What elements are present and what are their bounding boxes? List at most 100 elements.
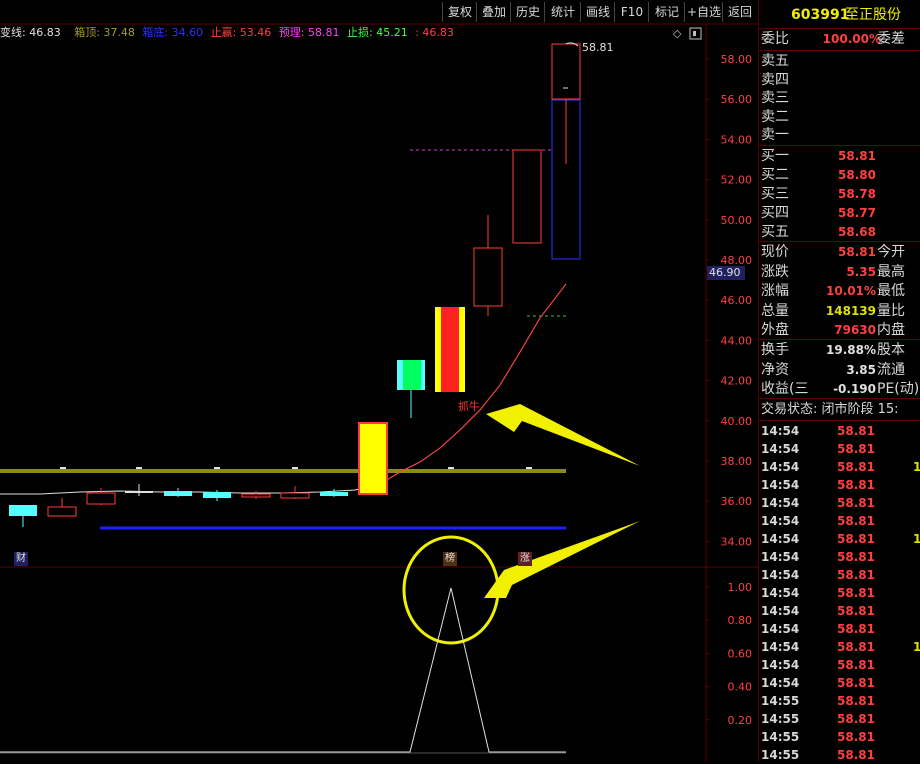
divider — [759, 50, 920, 51]
tick-time: 14:54 — [761, 640, 800, 654]
tick-price: 58.81 — [837, 550, 875, 564]
tick-time: 14:54 — [761, 550, 800, 564]
order-row[interactable]: 卖二 — [759, 108, 920, 127]
stat-label-secondary: 量比 — [877, 302, 905, 319]
order-label: 买四 — [761, 205, 789, 221]
order-row[interactable]: 买五 58.68 — [759, 223, 920, 242]
draw-line-button[interactable]: 画线 — [580, 2, 615, 22]
zhuaniu-annotation: 抓牛 — [458, 400, 480, 413]
tick-volume: 1 — [913, 532, 920, 546]
tick-row: 14:54 58.81 — [759, 656, 920, 674]
tick-time: 14:54 — [761, 604, 800, 618]
ma-line — [0, 283, 567, 495]
candle-limit-up — [435, 307, 465, 392]
stat-label: 总量 — [761, 302, 789, 319]
tick-row: 14:54 58.81 — [759, 512, 920, 530]
lower-axis-label: 0.20 — [728, 714, 753, 727]
candle — [551, 43, 581, 260]
tick-price: 58.81 — [837, 496, 875, 510]
order-row[interactable]: 卖四 — [759, 71, 920, 90]
stat-value: 148139 — [825, 303, 876, 318]
order-row[interactable]: 买一 58.81 — [759, 147, 920, 166]
stat-label-secondary: 股本 — [877, 342, 905, 358]
stat-row: 净资 3.85 流通 — [759, 361, 920, 380]
candle — [86, 488, 116, 505]
stock-terminal-window: 58.00 56.00 54.00 52.00 50.00 48.00 46.00 44.00… — [0, 0, 920, 762]
tick-row: 14:55 58.81 — [759, 710, 920, 728]
divider — [759, 145, 920, 146]
add-favorite-button[interactable]: +自选 — [684, 2, 723, 22]
stat-value: -0.190 — [833, 382, 876, 396]
back-button[interactable]: 返回 — [722, 2, 757, 22]
price-axis-label: 50.00 — [721, 214, 753, 227]
kline-chart-svg: 58.0056.0054.0052.0050.0048.0046.0044.00… — [0, 23, 758, 762]
order-row[interactable]: 买二 58.80 — [759, 166, 920, 185]
order-row[interactable]: 卖五 — [759, 52, 920, 71]
candle — [164, 488, 192, 497]
tick-price: 58.81 — [837, 532, 875, 546]
tick-time: 14:54 — [761, 460, 800, 474]
arrow-annotation-lower — [484, 521, 640, 598]
stat-row: 外盘 79630 内盘 — [759, 321, 920, 340]
candle — [397, 360, 425, 418]
lower-axis-label: 1.00 — [728, 581, 753, 594]
stat-row: 涨跌 5.35 最高 — [759, 263, 920, 282]
tick-price: 58.81 — [837, 514, 875, 528]
stat-label-secondary: 最低 — [877, 283, 905, 299]
order-row[interactable]: 卖一 — [759, 126, 920, 145]
tick-price: 58.81 — [837, 478, 875, 492]
kline-chart-area[interactable]: 58.00 56.00 54.00 52.00 50.00 48.00 46.00 44.00… — [0, 0, 758, 762]
tick-price: 58.81 — [837, 622, 875, 636]
tick-row: 14:55 58.81 — [759, 746, 920, 764]
overlay-button[interactable]: 叠加 — [476, 2, 511, 22]
rank-tag[interactable]: 榜 — [443, 552, 457, 566]
history-button[interactable]: 历史 — [510, 2, 545, 22]
order-label: 卖二 — [761, 108, 789, 125]
order-row[interactable]: 卖三 — [759, 89, 920, 108]
tick-row: 14:54 58.81 — [759, 422, 920, 440]
diamond-icon[interactable]: ◇ — [673, 27, 682, 40]
stop-loss-label: 止损: 45.21 — [347, 26, 408, 39]
trade-status-row: 交易状态: 闭市阶段 15: — [759, 400, 920, 419]
stock-code: 603991 — [791, 7, 850, 23]
tick-time: 14:55 — [761, 694, 800, 708]
stat-label-secondary: PE(动) — [877, 381, 920, 397]
expected-label: 预理: 58.81 — [278, 26, 340, 39]
tick-time: 14:54 — [761, 424, 800, 438]
price-axis-label: 36.00 — [721, 495, 753, 508]
candle — [9, 505, 37, 527]
tick-price: 58.81 — [837, 604, 875, 618]
box-bottom-label: 箱底: 34.60 — [142, 26, 204, 39]
order-row[interactable]: 买三 58.78 — [759, 185, 920, 204]
stat-row: 换手 19.88% 股本 — [759, 341, 920, 360]
finance-tag[interactable]: 财 — [14, 552, 28, 566]
limit-up-tag[interactable]: 涨 — [518, 552, 532, 566]
fuquan-button[interactable]: 复权 — [442, 2, 477, 22]
stat-label: 换手 — [761, 342, 789, 358]
tick-row: 14:54 58.81 — [759, 566, 920, 584]
order-row[interactable]: 买四 58.77 — [759, 204, 920, 223]
tick-row: 14:54 58.81 — [759, 602, 920, 620]
tick-time: 14:54 — [761, 478, 800, 492]
divider — [759, 420, 920, 421]
order-label: 卖五 — [761, 53, 789, 69]
stat-label: 收益(三 — [761, 381, 809, 397]
stock-name: 至正股份 — [845, 7, 901, 23]
stat-value: 58.81 — [838, 245, 876, 259]
stat-value: 3.85 — [846, 362, 876, 377]
trade-status: 交易状态: 闭市阶段 15: — [761, 402, 899, 417]
candle — [512, 149, 542, 244]
arrow-annotation-upper — [486, 404, 640, 466]
order-price: 58.81 — [838, 149, 876, 163]
tick-time: 14:54 — [761, 514, 800, 528]
mark-button[interactable]: 标记 — [648, 2, 685, 22]
current-price-tag: 46.90 — [707, 266, 745, 280]
stat-label-secondary: 今开 — [877, 244, 905, 260]
tick-price: 58.81 — [837, 442, 875, 456]
variable-line-label: 变线: 46.83 — [0, 26, 61, 39]
f10-button[interactable]: F10 — [614, 2, 649, 22]
order-label: 卖三 — [761, 90, 789, 107]
weibi-value: 100.00% — [822, 32, 881, 46]
statistics-button[interactable]: 统计 — [544, 2, 581, 22]
candle — [125, 484, 153, 496]
